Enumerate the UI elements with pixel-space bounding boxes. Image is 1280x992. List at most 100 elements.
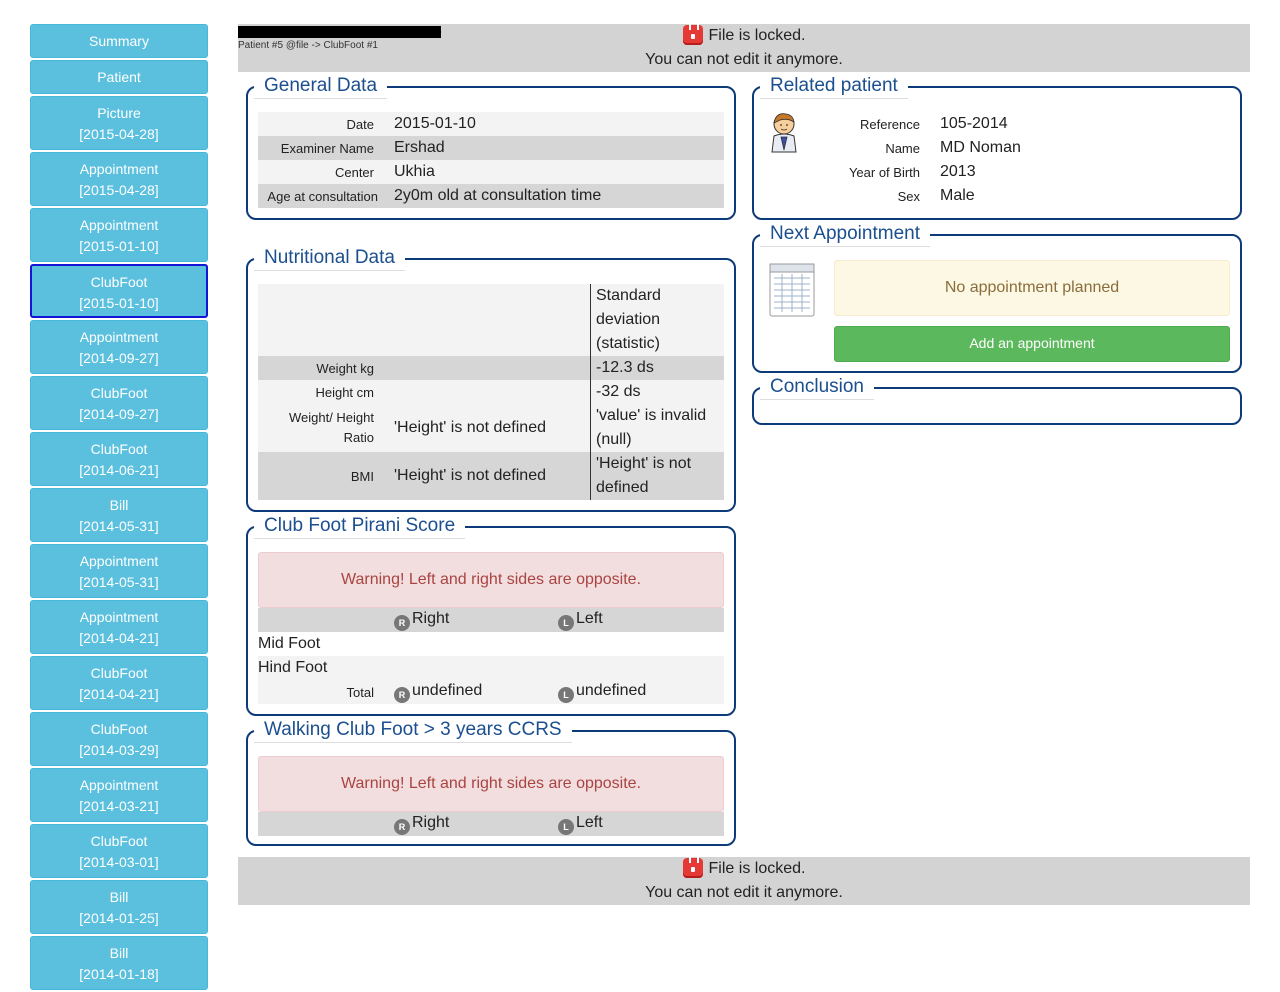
nutritional-data-panel: Nutritional Data Standard deviation (sta… — [246, 246, 736, 512]
panel-title: Walking Club Foot > 3 years CCRS — [254, 718, 572, 743]
sidebar-item-appointment[interactable]: Appointment [2014-05-31] — [30, 544, 208, 598]
related-patient-panel: Related patient Reference 105-2014 Name MD… — [752, 74, 1242, 220]
field-value: Ershad — [394, 139, 445, 156]
sidebar-item-date: [2014-06-21] — [79, 462, 159, 478]
panel-title: Conclusion — [760, 375, 874, 400]
panel-title: Related patient — [760, 74, 908, 99]
sidebar-item-label: Appointment — [79, 777, 159, 793]
right-badge: R — [394, 614, 410, 631]
walking-ccrs-table: R Right L Left — [258, 812, 724, 836]
total-left-value: undefined — [576, 681, 647, 699]
sidebar-item-label: ClubFoot — [90, 665, 148, 681]
sidebar-item-label: ClubFoot — [90, 274, 148, 290]
lock-icon — [682, 20, 703, 45]
sidebar-item-label: Appointment — [79, 553, 159, 569]
sidebar-item-bill[interactable]: Bill [2014-05-31] — [30, 488, 208, 542]
sidebar-item-bill[interactable]: Bill [2014-01-25] — [30, 880, 208, 934]
left-column-header: Left — [576, 609, 603, 627]
sidebar-item-date: [2014-04-21] — [79, 686, 159, 702]
field-label: Sex — [897, 188, 920, 204]
row-label: Mid Foot — [258, 635, 321, 652]
nutritional-data-table: Standard deviation (statistic) Weight kg… — [258, 284, 724, 500]
right-badge: R — [394, 686, 410, 703]
sidebar-item-date: [2014-03-21] — [79, 798, 159, 814]
sidebar-item-label: ClubFoot — [90, 385, 148, 401]
sidebar-item-appointment[interactable]: Appointment [2014-03-21] — [30, 768, 208, 822]
patient-avatar-icon[interactable] — [768, 110, 800, 154]
locked-banner-bottom: File is locked. You can not edit it anym… — [238, 853, 1250, 905]
warning-alert: Warning! Left and right sides are opposi… — [258, 756, 724, 812]
field-label: Age at consultation — [267, 188, 378, 204]
sidebar-item-label: Appointment — [79, 217, 159, 233]
sidebar-item-label: Appointment — [79, 329, 159, 345]
sidebar-item-label: ClubFoot — [90, 721, 148, 737]
left-badge: L — [558, 818, 574, 835]
sidebar-item-label: Bill — [109, 945, 129, 961]
field-value: -32 ds — [596, 383, 641, 400]
sidebar-item-picture[interactable]: Picture [2015-04-28] — [30, 96, 208, 150]
sidebar-item-appointment[interactable]: Appointment [2015-04-28] — [30, 152, 208, 206]
right-column-header: Right — [412, 813, 450, 831]
locked-submessage: You can not edit it anymore. — [645, 51, 843, 68]
sidebar-item-date: [2014-09-27] — [79, 406, 159, 422]
field-label: Year of Birth — [848, 164, 920, 180]
locked-message: File is locked. — [708, 27, 806, 44]
sidebar-item-date: [2014-05-31] — [79, 574, 159, 590]
sidebar-item-summary[interactable]: Summary — [30, 24, 208, 58]
sidebar-item-date: [2014-03-01] — [79, 854, 159, 870]
walking-ccrs-panel: Walking Club Foot > 3 years CCRS Warning… — [246, 718, 736, 846]
column-header: Standard deviation (statistic) — [596, 287, 661, 352]
warning-alert: Warning! Left and right sides are opposi… — [258, 552, 724, 608]
sidebar-item-clubfoot[interactable]: ClubFoot [2014-03-29] — [30, 712, 208, 766]
sidebar-item-label: ClubFoot — [90, 441, 148, 457]
field-value: MD Noman — [940, 139, 1021, 156]
sidebar-item-patient[interactable]: Patient — [30, 60, 208, 94]
sidebar-item-label: Patient — [97, 69, 141, 85]
sidebar-item-date: [2015-01-10] — [79, 238, 159, 254]
sidebar-item-bill[interactable]: Bill [2014-01-18] — [30, 936, 208, 990]
sidebar-item-label: Appointment — [79, 161, 159, 177]
sidebar-item-clubfoot[interactable]: ClubFoot [2014-04-21] — [30, 656, 208, 710]
field-value: 2015-01-10 — [394, 115, 476, 132]
field-value: Ukhia — [394, 163, 435, 180]
field-value: 2y0m old at consultation time — [394, 187, 602, 204]
sidebar-item-clubfoot[interactable]: ClubFoot [2014-09-27] — [30, 376, 208, 430]
calendar-icon — [768, 262, 818, 318]
total-right-value: undefined — [412, 681, 483, 699]
redacted-bar — [238, 26, 441, 38]
sidebar-item-date: [2014-01-25] — [79, 910, 159, 926]
sidebar-item-date: [2014-09-27] — [79, 350, 159, 366]
sidebar-item-date: [2015-04-28] — [79, 182, 159, 198]
field-label: BMI — [350, 468, 374, 484]
sidebar-item-clubfoot[interactable]: ClubFoot [2014-06-21] — [30, 432, 208, 486]
sidebar-item-appointment[interactable]: Appointment [2014-04-21] — [30, 600, 208, 654]
add-appointment-button[interactable]: Add an appointment — [834, 326, 1230, 362]
next-appointment-panel: Next Appointment No appointment planned … — [752, 222, 1242, 373]
general-data-panel: General Data Date 2015-01-10 Examiner Nam… — [246, 74, 736, 220]
field-label: Weight kg — [316, 360, 374, 376]
left-badge: L — [558, 686, 574, 703]
sidebar-item-appointment[interactable]: Appointment [2015-01-10] — [30, 208, 208, 262]
right-badge: R — [394, 818, 410, 835]
sidebar-item-date: [2014-05-31] — [79, 518, 159, 534]
sidebar-item-clubfoot[interactable]: ClubFoot [2014-03-01] — [30, 824, 208, 878]
sidebar-item-date: [2014-03-29] — [79, 742, 159, 758]
field-value: 'Height' is not defined — [596, 455, 692, 496]
sidebar-item-label: Bill — [109, 497, 129, 513]
field-value: 'Height' is not defined — [394, 452, 591, 500]
sidebar-item-appointment[interactable]: Appointment [2014-09-27] — [30, 320, 208, 374]
field-value: -12.3 ds — [596, 359, 654, 376]
breadcrumb[interactable]: Patient #5 @file -> ClubFoot #1 — [238, 40, 378, 52]
left-column-header: Left — [576, 813, 603, 831]
sidebar-item-date: [2015-04-28] — [79, 126, 159, 142]
row-label: Hind Foot — [258, 659, 328, 676]
sidebar-item-date: [2014-01-18] — [79, 966, 159, 982]
general-data-table: Date 2015-01-10 Examiner Name Ershad Cente… — [258, 112, 724, 208]
sidebar: Summary Patient Picture [2015-04-28] Appo… — [30, 24, 208, 992]
field-value: Male — [940, 187, 975, 204]
field-label: Weight/ Height Ratio — [288, 410, 374, 445]
field-value: 2013 — [940, 163, 976, 180]
panel-title: General Data — [254, 74, 388, 99]
sidebar-item-clubfoot-active[interactable]: ClubFoot [2015-01-10] — [30, 264, 208, 318]
panel-title: Nutritional Data — [254, 246, 405, 271]
